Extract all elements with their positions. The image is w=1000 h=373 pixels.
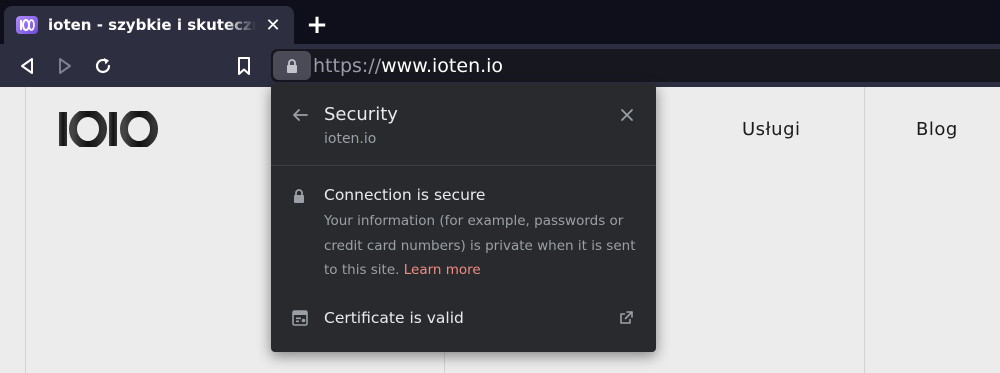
ioten-favicon-icon xyxy=(16,16,38,34)
nav-item-uslugi[interactable]: Usługi xyxy=(742,119,801,140)
browser-tab[interactable]: ioten - szybkie i skuteczne strony inter… xyxy=(4,6,294,44)
popup-divider xyxy=(271,165,656,166)
back-icon[interactable] xyxy=(15,54,39,78)
new-tab-button[interactable]: + xyxy=(304,12,330,38)
url-host: www.ioten.io xyxy=(381,55,504,77)
reload-icon[interactable] xyxy=(91,54,115,78)
tab-title: ioten - szybkie i skuteczne strony inter… xyxy=(48,16,256,34)
back-arrow-icon[interactable] xyxy=(291,106,309,124)
column-divider xyxy=(25,87,26,373)
learn-more-link[interactable]: Learn more xyxy=(404,262,481,278)
tab-close-icon[interactable]: ✕ xyxy=(262,14,284,36)
ioten-logo-icon[interactable] xyxy=(57,109,161,151)
url-text[interactable]: https://www.ioten.io xyxy=(313,55,503,77)
certificate-valid-button[interactable]: Certificate is valid xyxy=(324,309,464,327)
secure-lock-icon xyxy=(293,188,305,207)
tab-strip: ioten - szybkie i skuteczne strony inter… xyxy=(0,0,1000,44)
connection-status-title: Connection is secure xyxy=(324,186,486,204)
column-divider xyxy=(864,87,865,373)
popup-title: Security xyxy=(324,104,398,125)
close-icon[interactable] xyxy=(618,106,636,124)
popup-site: ioten.io xyxy=(324,131,377,147)
forward-icon[interactable] xyxy=(53,54,77,78)
url-scheme: https:// xyxy=(313,55,382,77)
connection-description: Your information (for example, passwords… xyxy=(324,209,642,283)
lock-icon[interactable] xyxy=(273,51,311,80)
security-popup: Security ioten.io Connection is secure Y… xyxy=(271,84,656,352)
bookmark-icon[interactable] xyxy=(232,54,256,78)
certificate-icon xyxy=(292,310,308,330)
external-link-icon[interactable] xyxy=(619,310,634,329)
nav-item-blog[interactable]: Blog xyxy=(916,119,958,140)
